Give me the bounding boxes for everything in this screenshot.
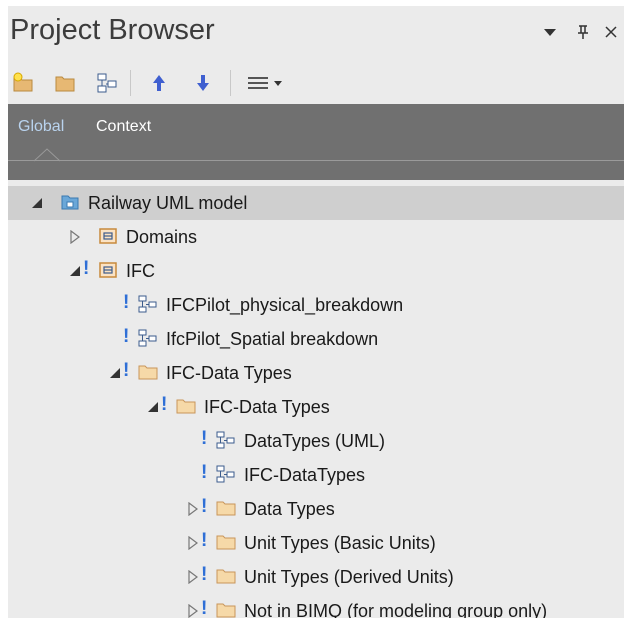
tree-item[interactable]: ! IFC-DataTypes: [8, 458, 624, 492]
pin-icon[interactable]: [576, 24, 590, 44]
folder-icon: [138, 363, 158, 381]
toolbar-divider: [230, 70, 231, 96]
marker-icon: !: [161, 394, 168, 415]
package-icon: [98, 227, 118, 245]
expanded-toggle-icon[interactable]: [146, 400, 160, 414]
marker-icon: !: [201, 564, 208, 585]
toolbar: [8, 64, 624, 102]
tree-item[interactable]: ! Not in BIMQ (for modeling group only): [8, 594, 624, 618]
move-down-icon[interactable]: [192, 72, 214, 94]
folder-icon: [216, 601, 236, 618]
tree-item-label: Unit Types (Derived Units): [244, 567, 454, 587]
project-browser-panel: Project Browser Global Context Railway U…: [8, 6, 624, 618]
expanded-toggle-icon[interactable]: [108, 366, 122, 380]
tree-item[interactable]: ! IFCPilot_physical_breakdown: [8, 288, 624, 322]
expanded-toggle-icon[interactable]: [68, 264, 82, 278]
collapsed-toggle-icon[interactable]: [186, 569, 200, 585]
marker-icon: !: [123, 326, 130, 347]
marker-icon: !: [123, 360, 130, 381]
tree-item-label: DataTypes (UML): [244, 431, 386, 451]
tree-item-label: Railway UML model: [88, 193, 248, 213]
new-diagram-icon[interactable]: [96, 72, 118, 94]
tree-item[interactable]: ! Data Types: [8, 492, 624, 526]
diagram-icon: [216, 431, 236, 449]
collapsed-toggle-icon[interactable]: [68, 229, 82, 245]
new-model-icon[interactable]: [12, 72, 34, 94]
project-tree: Railway UML model Domains! IFC! IFCPilot_ph…: [8, 180, 624, 618]
marker-icon: !: [123, 292, 130, 313]
move-up-icon[interactable]: [148, 72, 170, 94]
folder-icon: [176, 397, 196, 415]
tree-item[interactable]: Domains: [8, 220, 624, 254]
tree-item-label: Data Types: [244, 499, 335, 519]
tree-item-label: IFCPilot_physical_breakdown: [166, 295, 404, 315]
tree-item-label: IFC-DataTypes: [244, 465, 366, 485]
folder-icon: [216, 533, 236, 551]
new-package-icon[interactable]: [54, 72, 76, 94]
tree-item[interactable]: ! IFC-Data Types: [8, 390, 624, 424]
expanded-toggle-icon[interactable]: [30, 196, 44, 210]
tree-item-label: Domains: [126, 227, 198, 247]
folder-icon: [216, 567, 236, 585]
dropdown-arrow-icon[interactable]: [542, 24, 558, 44]
title-bar: Project Browser: [8, 6, 624, 60]
folder-icon: [216, 499, 236, 517]
package-icon: [98, 261, 118, 279]
toolbar-divider: [130, 70, 131, 96]
tree-item-label: IFC-Data Types: [204, 397, 330, 417]
marker-icon: !: [201, 598, 208, 618]
diagram-icon: [138, 329, 158, 347]
close-icon[interactable]: [604, 24, 618, 44]
tree-item-label: IFC-Data Types: [166, 363, 292, 383]
active-tab-indicator: [34, 148, 60, 162]
model-root-icon: [60, 193, 80, 211]
tree-item-label: Not in BIMQ (for modeling group only): [244, 601, 548, 618]
marker-icon: !: [201, 428, 208, 449]
collapsed-toggle-icon[interactable]: [186, 603, 200, 618]
menu-icon[interactable]: [246, 72, 286, 94]
tree-item-label: Unit Types (Basic Units): [244, 533, 436, 553]
tree-item-label: IFC: [126, 261, 155, 281]
marker-icon: !: [201, 462, 208, 483]
panel-title: Project Browser: [10, 14, 215, 46]
tree-item[interactable]: ! Unit Types (Derived Units): [8, 560, 624, 594]
tree-item[interactable]: Railway UML model: [8, 186, 624, 220]
tab-context[interactable]: Context: [96, 118, 151, 136]
collapsed-toggle-icon[interactable]: [186, 535, 200, 551]
diagram-icon: [138, 295, 158, 313]
tab-global[interactable]: Global: [18, 118, 64, 136]
tree-item-label: IfcPilot_Spatial breakdown: [166, 329, 379, 349]
tree-item[interactable]: ! IFC-Data Types: [8, 356, 624, 390]
marker-icon: !: [83, 258, 90, 279]
collapsed-toggle-icon[interactable]: [186, 501, 200, 517]
marker-icon: !: [201, 530, 208, 551]
tree-item[interactable]: ! DataTypes (UML): [8, 424, 624, 458]
tab-underline: [8, 160, 624, 161]
marker-icon: !: [201, 496, 208, 517]
tree-item[interactable]: ! IfcPilot_Spatial breakdown: [8, 322, 624, 356]
scope-tabs: Global Context: [8, 104, 624, 180]
diagram-icon: [216, 465, 236, 483]
tree-item[interactable]: ! Unit Types (Basic Units): [8, 526, 624, 560]
tree-item[interactable]: ! IFC: [8, 254, 624, 288]
